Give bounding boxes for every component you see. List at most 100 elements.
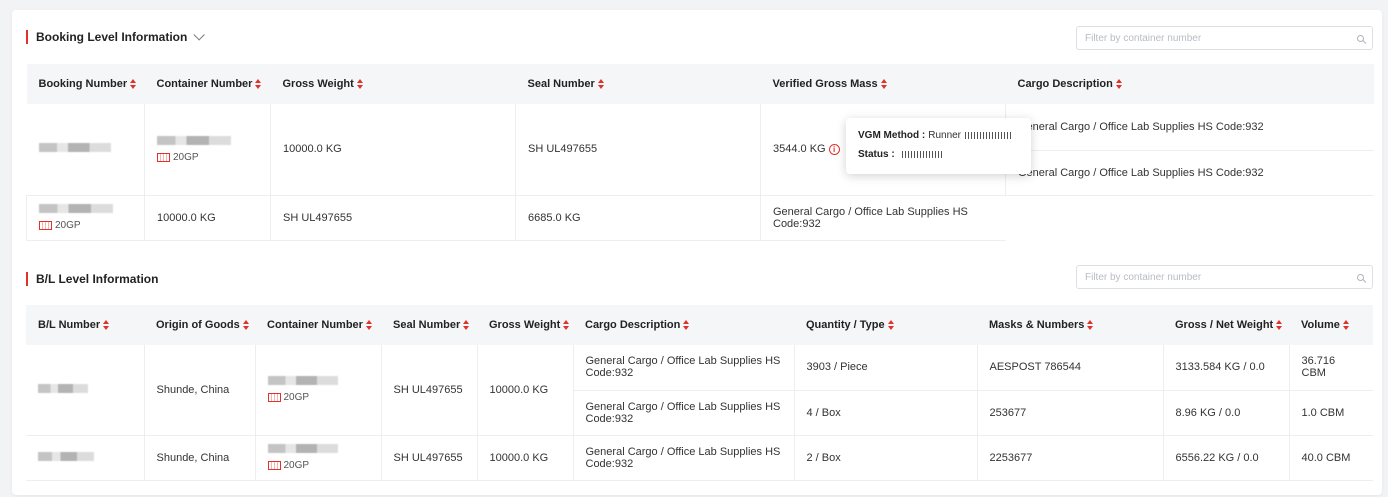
seal-number-cell: SH UL497655 bbox=[270, 195, 516, 241]
search-icon[interactable] bbox=[1357, 34, 1364, 42]
cargo-description-cell: General Cargo / Office Lab Supplies HS C… bbox=[573, 435, 795, 481]
col-vgm[interactable]: Verified Gross Mass bbox=[760, 64, 1006, 104]
vgm-method-label: VGM Method : bbox=[858, 130, 926, 141]
col-quantity-type[interactable]: Quantity / Type bbox=[794, 305, 977, 345]
bl-filter-field[interactable] bbox=[1076, 265, 1373, 289]
cargo-description-cell: General Cargo / Office Lab Supplies HS C… bbox=[760, 195, 1006, 241]
col-masks-numbers[interactable]: Masks & Numbers bbox=[977, 305, 1163, 345]
sort-icon[interactable] bbox=[1087, 320, 1094, 331]
container-type: 20GP bbox=[39, 220, 132, 231]
container-cell: 20GP bbox=[26, 195, 145, 241]
booking-section-header[interactable]: Booking Level Information bbox=[26, 29, 206, 44]
sort-icon[interactable] bbox=[1342, 320, 1349, 331]
col-container-number[interactable]: Container Number bbox=[255, 305, 381, 345]
sort-icon[interactable] bbox=[880, 79, 887, 90]
col-cargo-description[interactable]: Cargo Description bbox=[573, 305, 794, 345]
seal-number-cell: SH UL497655 bbox=[515, 104, 761, 196]
col-seal-number[interactable]: Seal Number bbox=[515, 64, 761, 104]
gross-net-cell: 8.96 KG / 0.0 bbox=[1163, 390, 1290, 436]
details-panel: Booking Level Information Booking Number… bbox=[12, 10, 1382, 495]
origin-cell: Shunde, China bbox=[144, 345, 256, 436]
redacted-container-number bbox=[39, 204, 113, 213]
info-icon[interactable]: i bbox=[828, 143, 840, 155]
origin-cell: Shunde, China bbox=[144, 435, 256, 481]
marks-cell: AESPOST 786544 bbox=[977, 345, 1164, 391]
col-bl-number[interactable]: B/L Number bbox=[26, 305, 144, 345]
gross-net-cell: 3133.584 KG / 0.0 bbox=[1163, 345, 1290, 391]
booking-table: Booking Number Container Number Gross We… bbox=[26, 64, 1374, 241]
sort-icon[interactable] bbox=[463, 320, 470, 331]
vgm-method-value: Runner bbox=[928, 130, 962, 141]
vgm-cell: 6685.0 KG bbox=[515, 195, 761, 241]
bl-section-header: B/L Level Information bbox=[26, 272, 158, 286]
redacted-booking-number bbox=[38, 143, 111, 153]
cargo-description-cell: General Cargo / Office Lab Supplies HS C… bbox=[573, 345, 795, 391]
cargo-description-cell: General Cargo / Office Lab Supplies HS C… bbox=[573, 390, 795, 436]
volume-cell: 1.0 CBM bbox=[1289, 390, 1373, 436]
status-row: Status : bbox=[858, 145, 1019, 164]
table-row: 20GP 10000.0 KG SH UL497655 6685.0 KG Ge… bbox=[26, 195, 1374, 241]
container-cell: 20GP bbox=[144, 104, 271, 196]
col-booking-number[interactable]: Booking Number bbox=[26, 64, 145, 104]
col-gross-weight[interactable]: Gross Weight bbox=[270, 64, 516, 104]
sort-icon[interactable] bbox=[103, 320, 110, 331]
col-origin-of-goods[interactable]: Origin of Goods bbox=[144, 305, 255, 345]
search-icon[interactable] bbox=[1357, 273, 1364, 281]
top-strip bbox=[0, 0, 1388, 10]
seal-number-cell: SH UL497655 bbox=[381, 345, 478, 436]
container-icon bbox=[157, 152, 170, 162]
redacted-bl-number bbox=[38, 383, 88, 393]
sort-icon[interactable] bbox=[1276, 320, 1283, 331]
sort-icon[interactable] bbox=[887, 320, 894, 331]
cargo-description-cell: General Cargo / Office Lab Supplies HS C… bbox=[1005, 150, 1374, 196]
col-container-number[interactable]: Container Number bbox=[144, 64, 271, 104]
container-icon bbox=[267, 461, 281, 470]
sort-icon[interactable] bbox=[563, 320, 570, 331]
col-gross-weight[interactable]: Gross Weight bbox=[477, 305, 573, 345]
sort-icon[interactable] bbox=[130, 79, 137, 90]
volume-cell: 40.0 CBM bbox=[1289, 435, 1373, 481]
sort-icon[interactable] bbox=[683, 320, 690, 331]
sort-icon[interactable] bbox=[255, 79, 262, 90]
quantity-cell: 2 / Box bbox=[794, 435, 978, 481]
sort-icon[interactable] bbox=[597, 79, 604, 90]
marks-cell: 2253677 bbox=[977, 435, 1164, 481]
booking-section-title: Booking Level Information bbox=[36, 30, 188, 44]
gross-net-cell: 6556.22 KG / 0.0 bbox=[1163, 435, 1290, 481]
container-type: 20GP bbox=[267, 460, 369, 471]
bl-section-title: B/L Level Information bbox=[36, 272, 159, 286]
booking-table-header: Booking Number Container Number Gross We… bbox=[26, 64, 1374, 104]
redacted-text bbox=[901, 151, 942, 158]
status-label: Status : bbox=[858, 149, 895, 160]
container-type: 20GP bbox=[157, 152, 258, 163]
redacted-bl-number bbox=[38, 451, 94, 461]
col-cargo-description[interactable]: Cargo Description bbox=[1005, 64, 1374, 104]
table-row: 20GP 10000.0 KG SH UL497655 3544.0 KG i G… bbox=[26, 104, 1374, 196]
vgm-tooltip: VGM Method : Runner Status : bbox=[846, 118, 1031, 174]
bl-filter-input[interactable] bbox=[1085, 271, 1357, 283]
cargo-description-cell: General Cargo / Office Lab Supplies HS C… bbox=[1005, 104, 1374, 151]
sort-icon[interactable] bbox=[1115, 79, 1122, 90]
redacted-container-number bbox=[267, 444, 338, 453]
container-cell: 20GP bbox=[255, 345, 382, 436]
redacted-container-number bbox=[157, 135, 231, 145]
col-volume[interactable]: Volume bbox=[1289, 305, 1373, 345]
booking-filter-field[interactable] bbox=[1076, 26, 1373, 50]
marks-cell: 253677 bbox=[977, 390, 1164, 436]
section-accent-bar bbox=[26, 30, 28, 44]
gross-weight-cell: 10000.0 KG bbox=[144, 195, 271, 241]
sort-icon[interactable] bbox=[365, 320, 372, 331]
sort-icon[interactable] bbox=[242, 320, 249, 331]
container-icon bbox=[267, 393, 281, 403]
redacted-text bbox=[965, 132, 1012, 139]
booking-filter-input[interactable] bbox=[1085, 32, 1357, 44]
chevron-down-icon[interactable] bbox=[193, 29, 206, 41]
bl-table-header: B/L Number Origin of Goods Container Num… bbox=[26, 305, 1373, 345]
col-seal-number[interactable]: Seal Number bbox=[381, 305, 477, 345]
gross-weight-cell: 10000.0 KG bbox=[270, 104, 516, 196]
booking-number-cell bbox=[26, 104, 145, 196]
col-gross-net-weight[interactable]: Gross / Net Weight bbox=[1163, 305, 1289, 345]
bl-number-cell bbox=[26, 345, 145, 436]
volume-cell: 36.716 CBM bbox=[1289, 345, 1373, 391]
sort-icon[interactable] bbox=[356, 79, 363, 90]
